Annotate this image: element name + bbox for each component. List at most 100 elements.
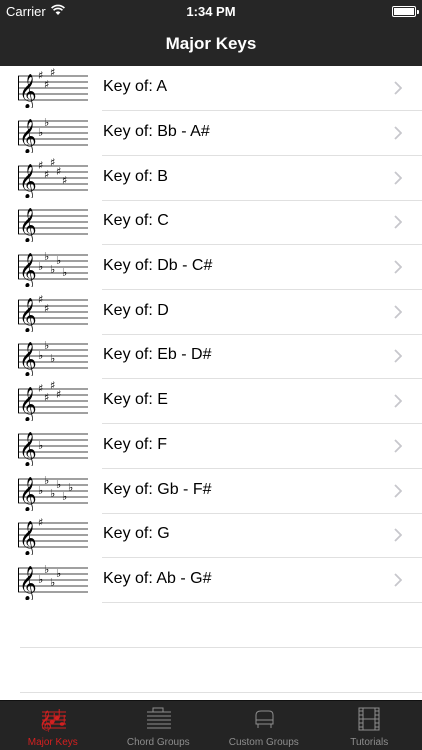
key-row[interactable]: 𝄞 ♭ ♭ ♭ ♭ ♭ ♭ Key of: Gb - F# [0, 469, 422, 514]
sharp-icon: ♯ [56, 165, 61, 178]
page-title: Major Keys [165, 34, 257, 53]
key-label: Key of: B [103, 168, 168, 185]
key-signature-icon: 𝄞 ♯♯ [18, 293, 88, 332]
key-row[interactable]: 𝄞 ♭ ♭ ♭ Key of: Eb - D# [0, 334, 422, 379]
chevron-right-icon [394, 439, 402, 453]
key-row[interactable]: 𝄞 ♯ ♯ ♯ ♯ ♯ Key of: B [0, 156, 422, 201]
key-row[interactable]: 𝄞 ♭ ♭ Key of: Bb - A# [0, 111, 422, 156]
tab-custom-groups[interactable]: Custom Groups [211, 701, 317, 750]
staff-lines-icon [147, 707, 172, 729]
key-label: Key of: A [103, 78, 168, 95]
flat-icon: ♭ [44, 116, 49, 129]
key-list: 𝄞 ♯ ♯ ♯ Key of: A 𝄞 ♭ ♭ Key of: Bb - A# 𝄞 ♯ ♯ ♯ ♯ ♯ Key… [0, 66, 422, 700]
key-row[interactable]: 𝄞 ♭ Key of: F [0, 424, 422, 469]
key-signature-icon: 𝄞 ♭♭♭♭ [18, 563, 88, 600]
treble-clef-icon: 𝄞 [19, 566, 37, 600]
key-row[interactable]: 𝄞 ♭ ♭ ♭ ♭ ♭ Key of: Db - C# [0, 245, 422, 290]
key-row[interactable]: 𝄞 ♯ ♯ Key of: D [0, 290, 422, 335]
tab-label: Major Keys [27, 737, 78, 748]
key-label: Key of: G [103, 525, 170, 542]
key-label: Key of: D [103, 302, 169, 319]
film-icon [358, 707, 380, 731]
sharp-icon: ♯ [38, 382, 43, 395]
chevron-right-icon [394, 126, 402, 140]
key-signature-icon: 𝄞 ♭♭♭ [18, 339, 88, 376]
sharp-icon: ♯ [50, 381, 55, 392]
sharp-icon: ♯ [38, 69, 43, 82]
key-signature-icon: 𝄞 ♯ [18, 516, 88, 555]
key-label: Key of: Ab - G# [103, 570, 212, 587]
key-row[interactable]: 𝄞 ♭ ♭ ♭ ♭ Key of: Ab - G# [0, 558, 422, 603]
key-signature-icon: 𝄞 ♭♭♭♭♭♭ [18, 474, 88, 511]
chevron-right-icon [394, 573, 402, 587]
sharp-icon: ♯ [38, 293, 43, 306]
flat-icon: ♭ [50, 263, 55, 276]
chevron-right-icon [394, 394, 402, 408]
key-label: Key of: F [103, 436, 168, 453]
chevron-right-icon [394, 349, 402, 363]
navigation-bar: Major Keys [0, 22, 422, 66]
treble-clef-icon: 𝄞 [19, 208, 37, 242]
key-row[interactable]: 𝄞 ♯ Key of: G [0, 513, 422, 558]
flat-icon: ♭ [38, 573, 43, 586]
empty-row-separator [20, 692, 422, 693]
key-signature-icon: 𝄞 [18, 208, 88, 242]
tab-tutorials[interactable]: Tutorials [317, 701, 422, 750]
sharp-icon: ♯ [44, 168, 49, 181]
key-signature-icon: 𝄞 ♭ [18, 432, 88, 466]
flat-icon: ♭ [56, 478, 61, 491]
treble-clef-icon: 𝄞 [19, 342, 37, 376]
sharp-icon: ♯ [44, 391, 49, 404]
treble-clef-icon: 𝄞 [19, 298, 37, 332]
flat-icon: ♭ [38, 126, 43, 139]
tab-label: Custom Groups [228, 737, 299, 748]
key-signature-icon: 𝄞 ♭♭♭♭♭ [18, 250, 88, 287]
sharp-icon: ♯ [50, 158, 55, 169]
status-bar: Carrier 1:34 PM [0, 0, 422, 22]
sharp-icon: ♯ [38, 159, 43, 172]
chevron-right-icon [394, 305, 402, 319]
key-row[interactable]: 𝄞 Key of: C [0, 200, 422, 245]
battery-icon [392, 6, 419, 17]
key-signature-icon: 𝄞 ♯♯♯♯♯ [18, 158, 88, 198]
key-label: Key of: C [103, 212, 169, 229]
tab-major-keys[interactable]: 𝄞 Major Keys [0, 701, 106, 750]
treble-clef-icon: 𝄞 [19, 432, 37, 466]
empty-row-separator [20, 647, 422, 648]
tab-label: Chord Groups [126, 737, 190, 748]
chevron-right-icon [394, 81, 402, 95]
staff-notes-icon: 𝄞 [39, 709, 66, 732]
sharp-icon: ♯ [62, 174, 67, 187]
flat-icon: ♭ [68, 481, 73, 494]
chevron-right-icon [394, 528, 402, 542]
chevron-right-icon [394, 484, 402, 498]
treble-clef-icon: 𝄞 [19, 164, 37, 198]
sharp-icon: ♯ [50, 68, 55, 79]
tab-label: Tutorials [350, 737, 389, 748]
treble-clef-icon: 𝄞 [19, 74, 37, 108]
flat-icon: ♭ [62, 266, 67, 279]
treble-clef-icon: 𝄞 [19, 253, 37, 287]
chevron-right-icon [394, 215, 402, 229]
key-label: Key of: Db - C# [103, 257, 213, 274]
flat-icon: ♭ [38, 260, 43, 273]
key-row[interactable]: 𝄞 ♯ ♯ ♯ ♯ Key of: E [0, 379, 422, 424]
flat-icon: ♭ [56, 567, 61, 580]
flat-icon: ♭ [56, 254, 61, 267]
key-label: Key of: Bb - A# [103, 123, 210, 140]
sharp-icon: ♯ [44, 78, 49, 91]
flat-icon: ♭ [38, 349, 43, 362]
flat-icon: ♭ [44, 474, 49, 487]
key-signature-icon: 𝄞 ♭♭ [18, 116, 88, 153]
tab-chord-groups[interactable]: Chord Groups [106, 701, 212, 750]
key-label: Key of: Gb - F# [103, 481, 212, 498]
key-row[interactable]: 𝄞 ♯ ♯ ♯ Key of: A [0, 66, 422, 111]
sharp-icon: ♯ [44, 302, 49, 315]
row-separator [102, 602, 422, 603]
treble-clef-icon: 𝄞 [19, 119, 37, 153]
tab-bar: 𝄞 Major Keys Chord Groups Custom Groups Tuto… [0, 700, 422, 750]
flat-icon: ♭ [50, 576, 55, 589]
chevron-right-icon [394, 171, 402, 185]
key-label: Key of: E [103, 391, 168, 408]
key-label: Key of: Eb - D# [103, 346, 212, 363]
